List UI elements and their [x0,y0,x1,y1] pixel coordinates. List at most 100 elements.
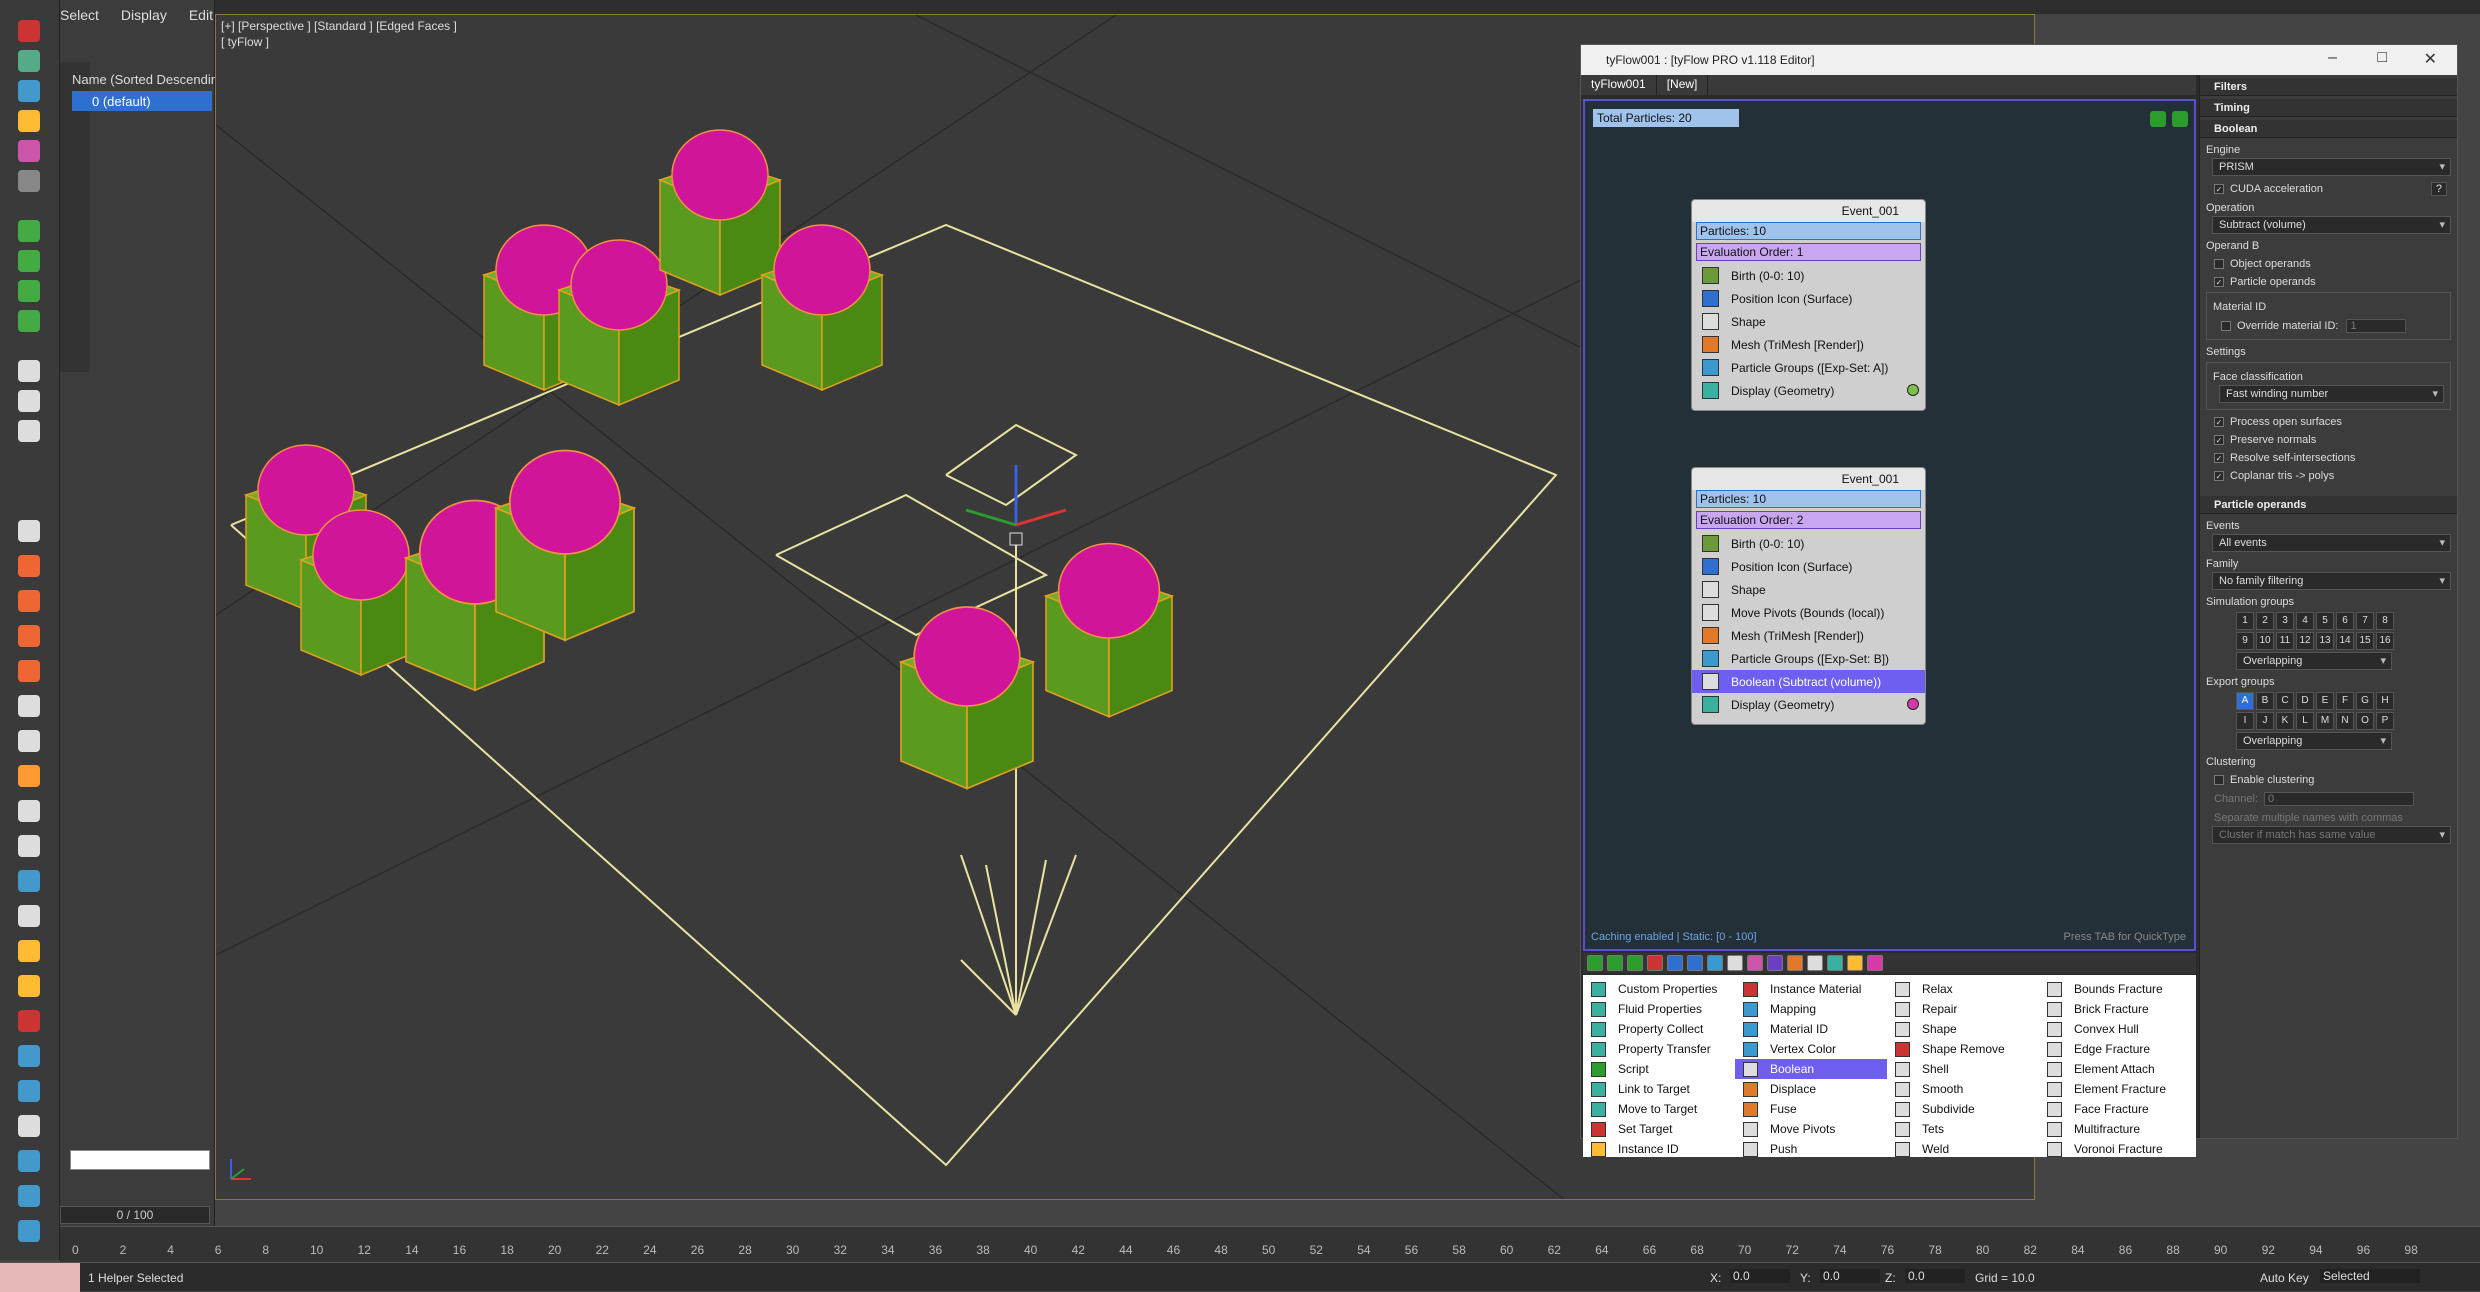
filter-icon[interactable] [1707,955,1723,971]
group-toggle[interactable]: 15 [2356,632,2374,650]
palette-item[interactable]: Shape [1887,1019,2039,1039]
filter-icon[interactable] [1807,955,1823,971]
group-toggle[interactable]: 16 [2376,632,2394,650]
create-icon[interactable] [18,20,40,42]
circle-icon[interactable] [18,1010,40,1032]
rollout-particle-operands[interactable]: Particle operands [2200,496,2457,514]
water-icon[interactable] [18,1150,40,1172]
group-toggle[interactable]: 8 [2376,612,2394,630]
modify-icon[interactable] [18,50,40,72]
group-toggle[interactable]: J [2256,712,2274,730]
operator-shape[interactable]: Shape [1692,310,1925,333]
palette-item[interactable]: Convex Hull [2039,1019,2191,1039]
flame-icon[interactable] [18,765,40,787]
fire-icon[interactable] [18,660,40,682]
palette-item[interactable]: Link to Target [1583,1079,1735,1099]
smoke-icon[interactable] [18,730,40,752]
display-icon[interactable] [18,140,40,162]
family-dropdown[interactable]: No family filtering [2212,572,2451,590]
palette-item[interactable]: Property Transfer [1583,1039,1735,1059]
help-button[interactable]: ? [2430,182,2447,196]
palette-item[interactable]: Move Pivots [1735,1119,1887,1139]
palette-item[interactable]: Set Target [1583,1119,1735,1139]
scene-object[interactable] [1043,542,1175,718]
palette-item[interactable]: Instance ID [1583,1139,1735,1159]
light-icon[interactable] [18,310,40,332]
palette-item[interactable]: Multifracture [2039,1119,2191,1139]
group-toggle[interactable]: F [2336,692,2354,710]
scene-object[interactable] [493,449,637,642]
menu-select[interactable]: Select [60,7,99,23]
filter-icon[interactable] [1607,955,1623,971]
filter-icon[interactable] [1747,955,1763,971]
cloud-icon[interactable] [18,800,40,822]
palette-item[interactable]: Material ID [1735,1019,1887,1039]
enable-clustering-checkbox[interactable]: Enable clustering [2200,774,2457,786]
motion-icon[interactable] [18,110,40,132]
bucket-icon[interactable] [18,905,40,927]
fire-icon[interactable] [18,590,40,612]
palette-item[interactable]: Vertex Color [1735,1039,1887,1059]
space-warp-icon[interactable] [18,250,40,272]
group-toggle[interactable]: E [2316,692,2334,710]
override-material-checkbox[interactable]: Override material ID: 1 [2207,319,2450,333]
operation-dropdown[interactable]: Subtract (volume) [2212,216,2451,234]
filter-icon[interactable] [1667,955,1683,971]
rollout-filters[interactable]: Filters [2200,78,2457,96]
group-toggle[interactable]: 10 [2256,632,2274,650]
timeline-track[interactable]: 0 2 4 6 8 10 12 14 16 18 20 22 24 26 28 30 32 34 36 38 40 42 4… [60,1226,2480,1262]
palette-item[interactable]: Push [1735,1139,1887,1159]
play-icon[interactable] [18,360,40,382]
key-filter-dropdown[interactable]: Selected [2320,1269,2420,1283]
palette-item[interactable]: Boolean [1735,1059,1887,1079]
palette-item[interactable]: Shape Remove [1887,1039,2039,1059]
maximize-icon[interactable]: □ [2377,49,2387,67]
palette-item[interactable]: Brick Fracture [2039,999,2191,1019]
palette-item[interactable]: Tets [1887,1119,2039,1139]
group-toggle[interactable]: B [2256,692,2274,710]
group-toggle[interactable]: 9 [2236,632,2254,650]
group-toggle[interactable]: L [2296,712,2314,730]
filter-icon[interactable] [1647,955,1663,971]
operator-mesh[interactable]: Mesh (TriMesh [Render]) [1692,333,1925,356]
group-toggle[interactable]: 7 [2356,612,2374,630]
helper-icon[interactable] [18,220,40,242]
filter-icon[interactable] [1627,955,1643,971]
operator-birth[interactable]: Birth (0-0: 10) [1692,264,1925,287]
group-toggle[interactable]: C [2276,692,2294,710]
display-color-dot[interactable] [1907,698,1919,710]
filter-icon[interactable] [1767,955,1783,971]
tornado-icon[interactable] [18,695,40,717]
engine-dropdown[interactable]: PRISM [2212,158,2451,176]
palette-item[interactable]: Subdivide [1887,1099,2039,1119]
group-toggle[interactable]: 14 [2336,632,2354,650]
palette-item[interactable]: Script [1583,1059,1735,1079]
group-toggle[interactable]: 1 [2236,612,2254,630]
preserve-normals-checkbox[interactable]: ✓ Preserve normals [2200,434,2457,446]
palette-item[interactable]: Mapping [1735,999,1887,1019]
group-toggle[interactable]: 3 [2276,612,2294,630]
scene-object[interactable] [759,224,885,392]
cup-icon[interactable] [18,940,40,962]
explorer-search-field[interactable] [70,1150,210,1170]
filter-icon[interactable] [1587,955,1603,971]
palette-item[interactable]: Element Attach [2039,1059,2191,1079]
override-value-spinner[interactable]: 1 [2346,319,2407,333]
wave-icon[interactable] [18,1185,40,1207]
filter-icon[interactable] [1867,955,1883,971]
flow-graph[interactable]: Total Particles: 20 Event_001 Particles:… [1583,99,2196,951]
group-toggle[interactable]: 6 [2336,612,2354,630]
wave-icon[interactable] [18,1220,40,1242]
group-toggle[interactable]: 11 [2276,632,2294,650]
layer-row[interactable]: 0 (default) [72,91,212,111]
display-color-dot[interactable] [1907,384,1919,396]
filter-icon[interactable] [1827,955,1843,971]
tab-new[interactable]: [New] [1657,75,1709,95]
hierarchy-icon[interactable] [18,80,40,102]
group-toggle[interactable]: 13 [2316,632,2334,650]
operator-position-icon[interactable]: Position Icon (Surface) [1692,287,1925,310]
minimize-icon[interactable]: – [2328,49,2337,67]
auto-key-button[interactable]: Auto Key [2260,1271,2309,1285]
maxscript-listener[interactable] [0,1263,80,1292]
event-node[interactable]: Event_001 Particles: 10 Evaluation Order… [1691,467,1926,725]
